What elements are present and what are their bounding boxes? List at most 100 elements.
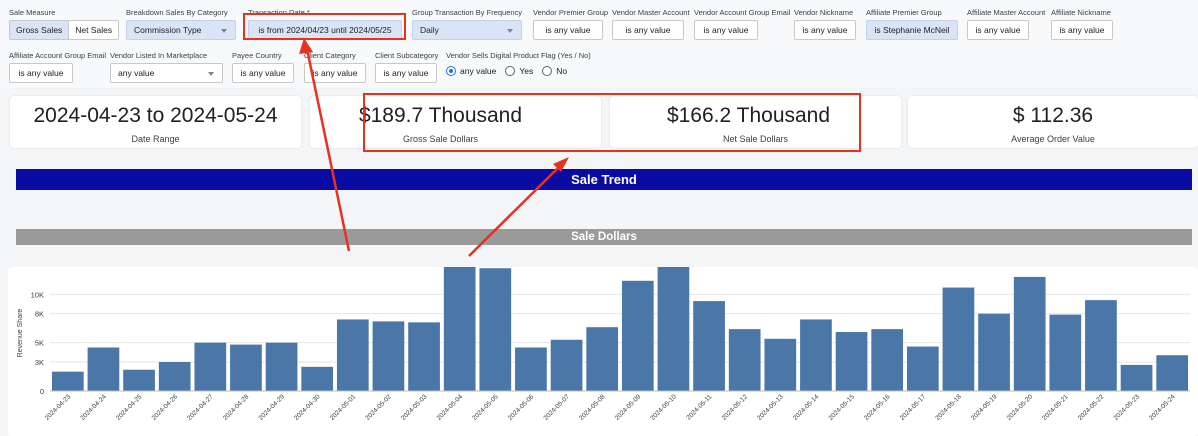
digital-flag-filter: Vendor Sells Digital Product Flag (Yes /… [446,50,591,76]
radio-unselected-icon[interactable] [542,66,553,76]
vendor-nickname-label: Vendor Nickname [794,8,854,17]
x-tick-label: 2024-04-28 [222,393,251,422]
chart-bar [1013,276,1046,391]
payee-country-input[interactable]: is any value [232,63,294,83]
x-tick-label: 2024-05-11 [685,393,713,421]
radio-no[interactable]: No [542,66,567,76]
y-tick-label: 8K [35,310,44,319]
digital-flag-label: Vendor Sells Digital Product Flag (Yes /… [446,51,591,60]
breakdown-dropdown[interactable]: Commission Type [126,20,236,40]
chart-bar [158,362,191,391]
vendor-master-account-filter: Vendor Master Account is any value [612,7,690,40]
sale-measure-toggle[interactable]: Gross Sales Net Sales [9,20,120,40]
client-subcategory-label: Client Subcategory [375,51,439,60]
affiliate-premier-group-input[interactable]: is Stephanie McNeil [866,20,958,40]
chart-bar [586,327,619,391]
x-tick-label: 2024-05-13 [756,393,785,422]
radio-any-value[interactable]: any value [446,66,496,76]
sale-measure-filter: Sale Measure Gross Sales Net Sales [9,7,120,40]
y-tick-label: 0 [40,387,44,396]
affiliate-master-account-label: Affiliate Master Account [967,8,1046,17]
x-tick-label: 2024-05-24 [1148,393,1177,422]
x-tick-label: 2024-04-23 [44,393,73,422]
radio-unselected-icon[interactable] [505,66,516,76]
radio-yes[interactable]: Yes [505,66,533,76]
x-tick-label: 2024-05-17 [899,393,928,422]
x-tick-label: 2024-05-02 [364,393,393,422]
x-tick-label: 2024-05-03 [400,393,429,422]
chart-bar [728,329,761,391]
chart-bar [479,268,512,391]
chart-bar [550,339,583,391]
affiliate-master-account-input[interactable]: is any value [967,20,1029,40]
y-tick-label: 3K [35,358,44,367]
highlight-box-transaction-date [243,13,406,40]
x-tick-label: 2024-05-07 [543,393,572,422]
chart-bar [621,280,654,391]
x-tick-label: 2024-04-24 [79,393,108,422]
x-tick-label: 2024-04-27 [186,393,215,422]
x-tick-label: 2024-05-01 [329,393,358,422]
radio-selected-icon[interactable] [446,66,456,76]
x-tick-label: 2024-05-15 [828,393,857,422]
y-tick-label: 5K [35,339,44,348]
vendor-master-account-input[interactable]: is any value [612,20,684,40]
vendor-master-account-label: Vendor Master Account [612,8,690,17]
x-tick-label: 2024-05-19 [970,393,999,422]
x-tick-label: 2024-04-30 [293,393,322,422]
chart-bar [51,371,84,391]
x-tick-label: 2024-05-21 [1041,393,1070,422]
radio-yes-label: Yes [519,66,534,76]
chart-bar [978,313,1010,391]
group-frequency-dropdown[interactable]: Daily [412,20,522,40]
chart-bar [835,332,868,391]
chart-bar [408,322,440,391]
affiliate-account-group-email-input[interactable]: is any value [9,63,73,83]
client-subcategory-filter: Client Subcategory is any value [375,50,439,83]
y-axis-label: Revenue Share [17,309,24,358]
chart-bar [265,342,298,391]
x-tick-label: 2024-05-22 [1077,393,1106,422]
x-tick-label: 2024-05-14 [792,393,821,422]
chart-bar [372,321,405,391]
group-frequency-filter: Group Transaction By Frequency Daily [412,7,522,40]
client-subcategory-input[interactable]: is any value [375,63,437,83]
chart-bar [1049,314,1082,391]
chart-bar [764,338,797,391]
chart-bar [1085,300,1117,391]
digital-flag-radio-group: any value Yes No [446,66,591,76]
affiliate-nickname-label: Affiliate Nickname [1051,8,1111,17]
scorecard-value: 2024-04-23 to 2024-05-24 [33,104,278,127]
vendor-nickname-input[interactable]: is any value [794,20,856,40]
x-tick-label: 2024-05-09 [614,393,643,422]
affiliate-nickname-filter: Affiliate Nickname is any value [1051,7,1113,40]
vendor-account-group-email-label: Vendor Account Group Email [694,8,791,17]
x-tick-label: 2024-04-29 [258,393,287,422]
vendor-account-group-email-filter: Vendor Account Group Email is any value [694,7,791,40]
client-category-input[interactable]: is any value [304,63,366,83]
x-tick-label: 2024-04-25 [115,393,144,422]
bar-chart-svg: 03K5K8K10KRevenue Share2024-04-23 2024-04… [17,267,1190,422]
client-category-filter: Client Category is any value [304,50,366,83]
sale-dollars-chart: 0 3K 5K 8K 10K Revenue Share 2024-04-23 2024-04… [8,267,1198,436]
chart-bar [800,319,832,391]
chart-bar [336,319,369,391]
vendor-premier-group-label: Vendor Premier Group [533,8,609,17]
payee-country-filter: Payee Country is any value [232,50,294,83]
chart-bar [693,301,725,391]
gross-sales-option[interactable]: Gross Sales [10,21,70,39]
chart-bar [123,369,155,391]
vendor-account-group-email-input[interactable]: is any value [694,20,758,40]
net-sales-option[interactable]: Net Sales [69,21,118,39]
affiliate-account-group-email-filter: Affiliate Account Group Email is any val… [9,50,106,83]
vendor-listed-marketplace-dropdown[interactable]: any value [110,63,223,83]
chart-bar [443,267,476,391]
x-tick-label: 2024-05-16 [863,393,892,422]
affiliate-master-account-filter: Affiliate Master Account is any value [967,7,1046,40]
breakdown-filter: Breakdown Sales By Category Commission T… [126,7,236,40]
chart-bar [515,347,547,391]
scorecard-average-order-value: $ 112.36 Average Order Value [908,96,1198,148]
x-tick-label: 2024-05-10 [649,393,678,422]
vendor-premier-group-input[interactable]: is any value [533,20,603,40]
affiliate-nickname-input[interactable]: is any value [1051,20,1113,40]
